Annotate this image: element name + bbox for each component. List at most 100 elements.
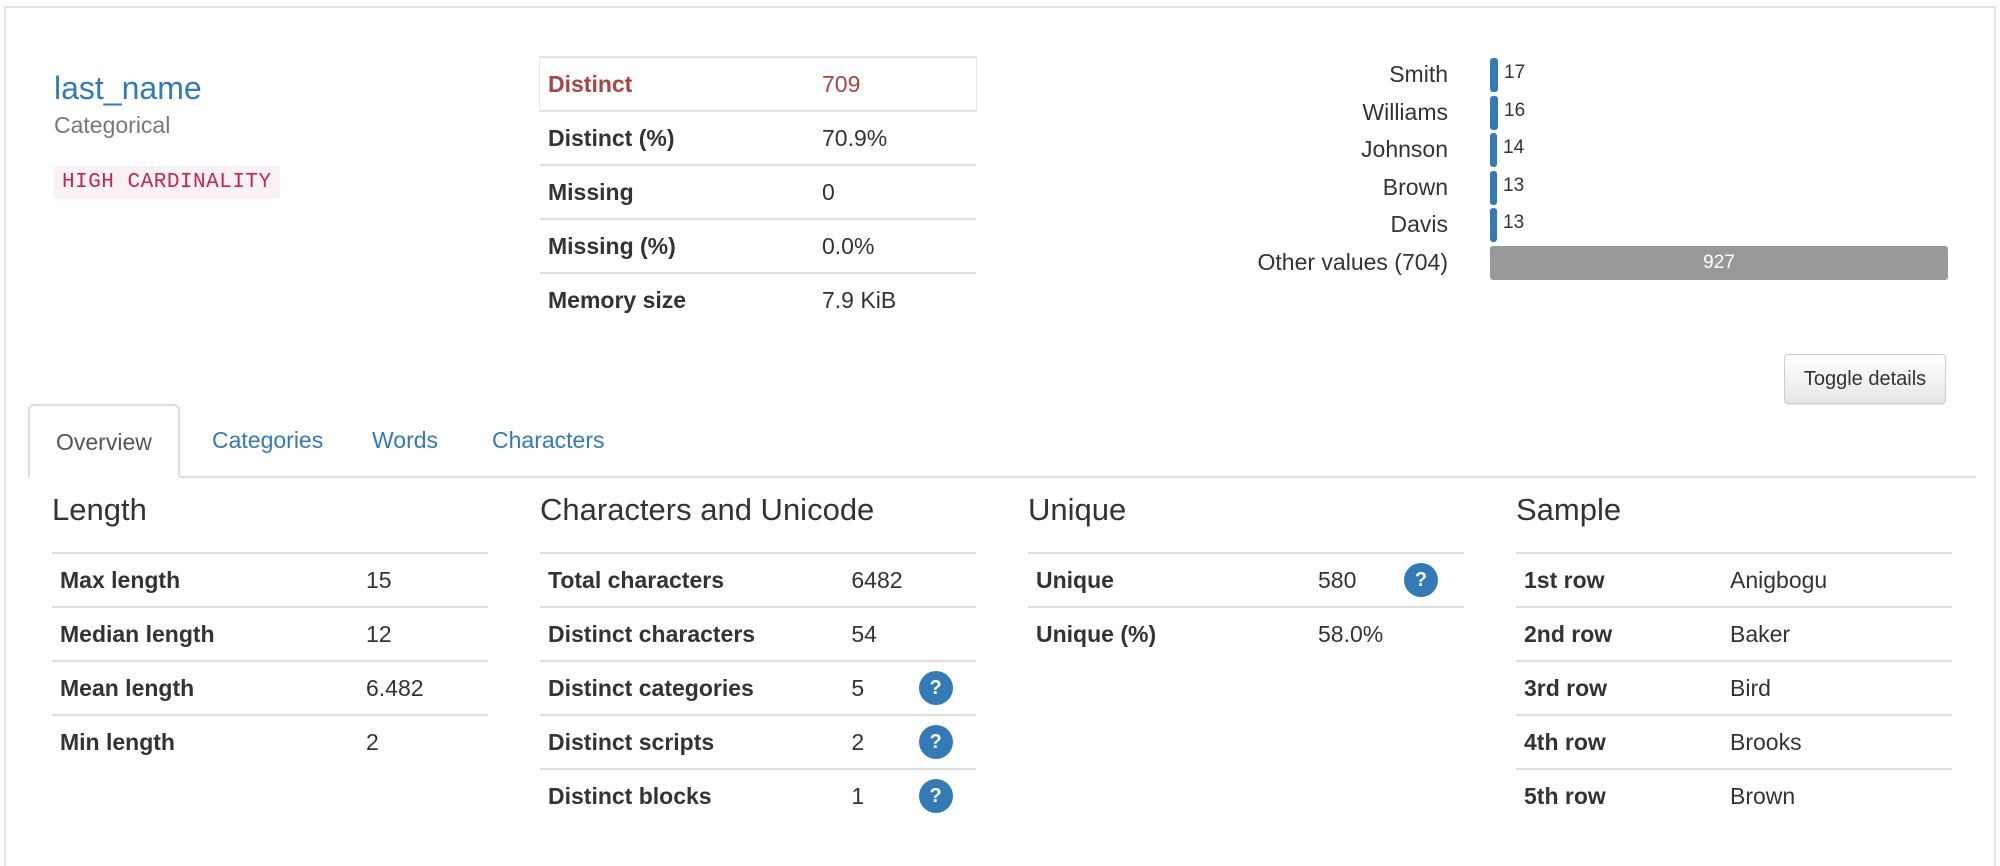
unique-value: 58.0%	[1310, 606, 1396, 660]
tab-overview[interactable]: Overview	[28, 404, 180, 478]
frequency-count: 14	[1503, 137, 1525, 158]
frequency-row-other: Other values (704) 927	[1200, 245, 1960, 284]
frequency-count: 16	[1504, 99, 1526, 121]
length-title: Length	[52, 492, 147, 527]
sample-value: Anigbogu	[1722, 552, 1952, 607]
frequency-bar-other: 927	[1490, 245, 1948, 280]
high-cardinality-badge: HIGH CARDINALITY	[54, 166, 280, 199]
stat-row: Distinct (%) 70.9%	[540, 110, 976, 165]
length-row: Max length 15	[52, 552, 488, 607]
characters-table: Total characters 6482 Distinct characters 5…	[540, 552, 976, 822]
chars-label: Distinct characters	[540, 606, 844, 661]
tab-bar: Overview Categories Words Characters	[28, 404, 1976, 478]
sample-label: 5th row	[1516, 768, 1722, 822]
sample-row: 5th row Brown	[1516, 768, 1952, 822]
sample-value: Brooks	[1722, 714, 1952, 769]
chars-value: 1	[843, 768, 911, 822]
length-label: Mean length	[52, 660, 358, 715]
length-label: Min length	[52, 714, 358, 768]
stat-row: Missing (%) 0.0%	[540, 218, 976, 273]
chars-row: Distinct categories 5?	[540, 660, 976, 715]
frequency-count: 17	[1504, 62, 1526, 83]
chars-row: Total characters 6482	[540, 552, 976, 607]
frequency-label: Other values (704)	[1257, 248, 1448, 275]
sample-title: Sample	[1516, 492, 1622, 527]
chars-row: Distinct characters 54	[540, 606, 976, 661]
length-value: 15	[358, 552, 488, 607]
chars-row: Distinct blocks 1?	[540, 768, 976, 822]
stat-value: 0.0%	[814, 218, 976, 273]
frequency-bar	[1490, 95, 1498, 130]
help-cell: ?	[910, 660, 976, 715]
tab-characters[interactable]: Characters	[466, 404, 630, 476]
stat-row: Distinct 709	[539, 56, 977, 112]
length-label: Median length	[52, 606, 358, 661]
top-stats-table: Distinct 709 Distinct (%) 70.9% Missing 0 Miss…	[539, 56, 977, 326]
frequency-count: 13	[1503, 174, 1525, 196]
help-cell: ?	[1396, 552, 1464, 607]
sample-label: 1st row	[1516, 552, 1722, 607]
frequency-row: Johnson 14	[1200, 133, 1960, 171]
chars-label: Distinct categories	[540, 660, 844, 715]
stat-label: Distinct	[540, 56, 814, 111]
help-icon[interactable]: ?	[1404, 563, 1438, 597]
unique-row: Unique (%) 58.0%	[1028, 606, 1464, 660]
sample-label: 4th row	[1516, 714, 1722, 769]
unique-value: 580	[1310, 552, 1396, 607]
tab-words[interactable]: Words	[346, 404, 464, 476]
tab-categories[interactable]: Categories	[186, 404, 349, 476]
sample-value: Bird	[1722, 660, 1952, 715]
help-icon[interactable]: ?	[918, 725, 953, 759]
variable-name[interactable]: last_name	[54, 70, 202, 107]
frequency-label: Smith	[1389, 61, 1448, 87]
frequency-bar	[1490, 208, 1497, 242]
frequency-label: Davis	[1390, 211, 1448, 237]
sample-value: Baker	[1722, 606, 1952, 661]
chars-value: 6482	[843, 552, 911, 607]
length-row: Median length 12	[52, 606, 488, 661]
length-row: Min length 2	[52, 714, 488, 768]
frequency-bar	[1490, 170, 1497, 205]
help-icon[interactable]: ?	[918, 779, 953, 813]
help-icon[interactable]: ?	[918, 671, 953, 705]
unique-label: Unique	[1028, 552, 1310, 607]
stat-value: 709	[814, 56, 976, 111]
frequency-row: Brown 13	[1200, 170, 1960, 209]
sample-label: 3rd row	[1516, 660, 1722, 715]
sample-table: 1st row Anigbogu 2nd row Baker 3rd row Bird 4t…	[1516, 552, 1952, 822]
help-cell	[910, 552, 976, 607]
length-table: Max length 15 Median length 12 Mean length 6.…	[52, 552, 488, 768]
frequency-count: 927	[1703, 251, 1735, 273]
toggle-details-button[interactable]: Toggle details	[1784, 354, 1946, 404]
chars-row: Distinct scripts 2?	[540, 714, 976, 769]
unique-row: Unique 580?	[1028, 552, 1464, 607]
frequency-bar	[1490, 133, 1497, 167]
unique-title: Unique	[1028, 492, 1127, 527]
frequency-label: Johnson	[1361, 136, 1448, 162]
stat-label: Memory size	[540, 272, 814, 326]
help-cell	[910, 606, 976, 661]
frequency-row: Davis 13	[1200, 208, 1960, 246]
chars-label: Total characters	[540, 552, 844, 607]
chars-value: 54	[843, 606, 911, 661]
length-value: 6.482	[358, 660, 488, 715]
frequency-bar	[1490, 58, 1498, 92]
sample-row: 3rd row Bird	[1516, 660, 1952, 715]
help-cell	[1396, 606, 1464, 660]
frequency-label: Williams	[1362, 98, 1448, 125]
chars-value: 5	[843, 660, 911, 715]
variable-type: Categorical	[54, 112, 171, 138]
stat-label: Missing	[540, 164, 814, 219]
stat-label: Distinct (%)	[540, 110, 814, 165]
stat-value: 0	[814, 164, 976, 219]
frequency-label: Brown	[1382, 173, 1448, 200]
sample-label: 2nd row	[1516, 606, 1722, 661]
frequency-chart: Smith 17 Williams 16 Johnson 14 Brown 13 Davis 13…	[1200, 58, 1960, 283]
stat-row: Missing 0	[540, 164, 976, 219]
chars-value: 2	[843, 714, 911, 769]
stat-value: 7.9 KiB	[814, 272, 976, 326]
frequency-row: Smith 17	[1200, 58, 1960, 96]
length-row: Mean length 6.482	[52, 660, 488, 715]
unique-table: Unique 580? Unique (%) 58.0%	[1028, 552, 1464, 660]
length-label: Max length	[52, 552, 358, 607]
